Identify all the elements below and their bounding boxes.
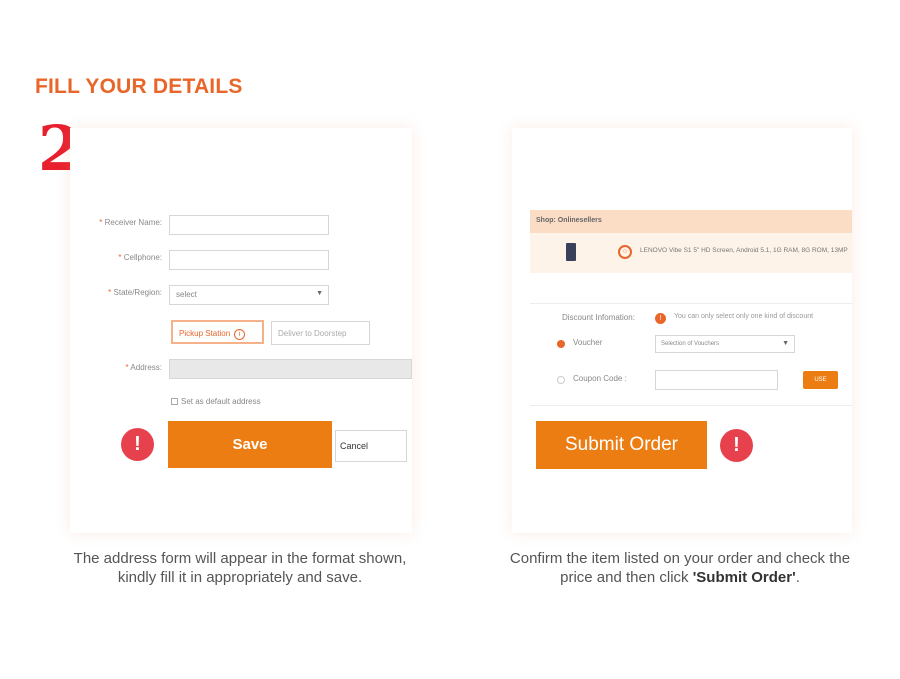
order-item-row: ○ LENOVO Vibe S1 5" HD Screen, Android 5… (530, 233, 852, 273)
voucher-select[interactable]: Selection of Vouchers ▼ (655, 335, 795, 353)
alert-icon: ! (121, 428, 154, 461)
right-caption: Confirm the item listed on your order an… (509, 550, 851, 586)
deliver-doorstep-option[interactable]: Deliver to Doorstep (271, 321, 370, 345)
receiver-name-input[interactable] (169, 215, 329, 235)
checkbox-icon (171, 398, 178, 405)
discount-label: Discount Infomation: (562, 313, 635, 322)
page-heading: FILL YOUR DETAILS (35, 75, 243, 98)
item-status-icon: ○ (618, 245, 632, 259)
submit-order-button[interactable]: Submit Order (536, 421, 707, 469)
state-region-label: * State/Region: (108, 288, 162, 297)
shop-header: Shop: Onlinesellers (530, 210, 852, 233)
pickup-station-option[interactable]: Pickup Station i (171, 320, 264, 344)
receiver-name-label: * Receiver Name: (99, 218, 162, 227)
voucher-label: Voucher (573, 338, 603, 347)
coupon-label: Coupon Code : (573, 374, 627, 383)
warning-icon: ! (655, 313, 666, 324)
state-region-select[interactable]: select ▼ (169, 285, 329, 305)
info-icon: i (234, 329, 246, 340)
phone-thumbnail (566, 243, 576, 261)
use-coupon-button[interactable]: USE (803, 371, 838, 389)
divider (530, 405, 852, 406)
cellphone-input[interactable] (169, 250, 329, 270)
alert-icon: ! (720, 429, 753, 462)
default-address-checkbox[interactable]: Set as default address (171, 397, 261, 406)
address-input[interactable] (169, 359, 412, 379)
coupon-radio[interactable] (557, 376, 565, 384)
chevron-down-icon: ▼ (316, 290, 323, 297)
voucher-radio[interactable] (557, 340, 565, 348)
left-caption: The address form will appear in the form… (73, 550, 407, 586)
divider (530, 303, 852, 304)
order-panel (512, 128, 852, 533)
address-label: * Address: (125, 363, 162, 372)
discount-note: You can only select only one kind of dis… (674, 313, 814, 320)
item-description: LENOVO Vibe S1 5" HD Screen, Android 5.1… (640, 247, 848, 254)
cancel-button[interactable]: Cancel (335, 430, 407, 462)
save-button[interactable]: Save (168, 421, 332, 468)
chevron-down-icon: ▼ (782, 340, 789, 347)
coupon-code-input[interactable] (655, 370, 778, 390)
cellphone-label: * Cellphone: (118, 253, 162, 262)
